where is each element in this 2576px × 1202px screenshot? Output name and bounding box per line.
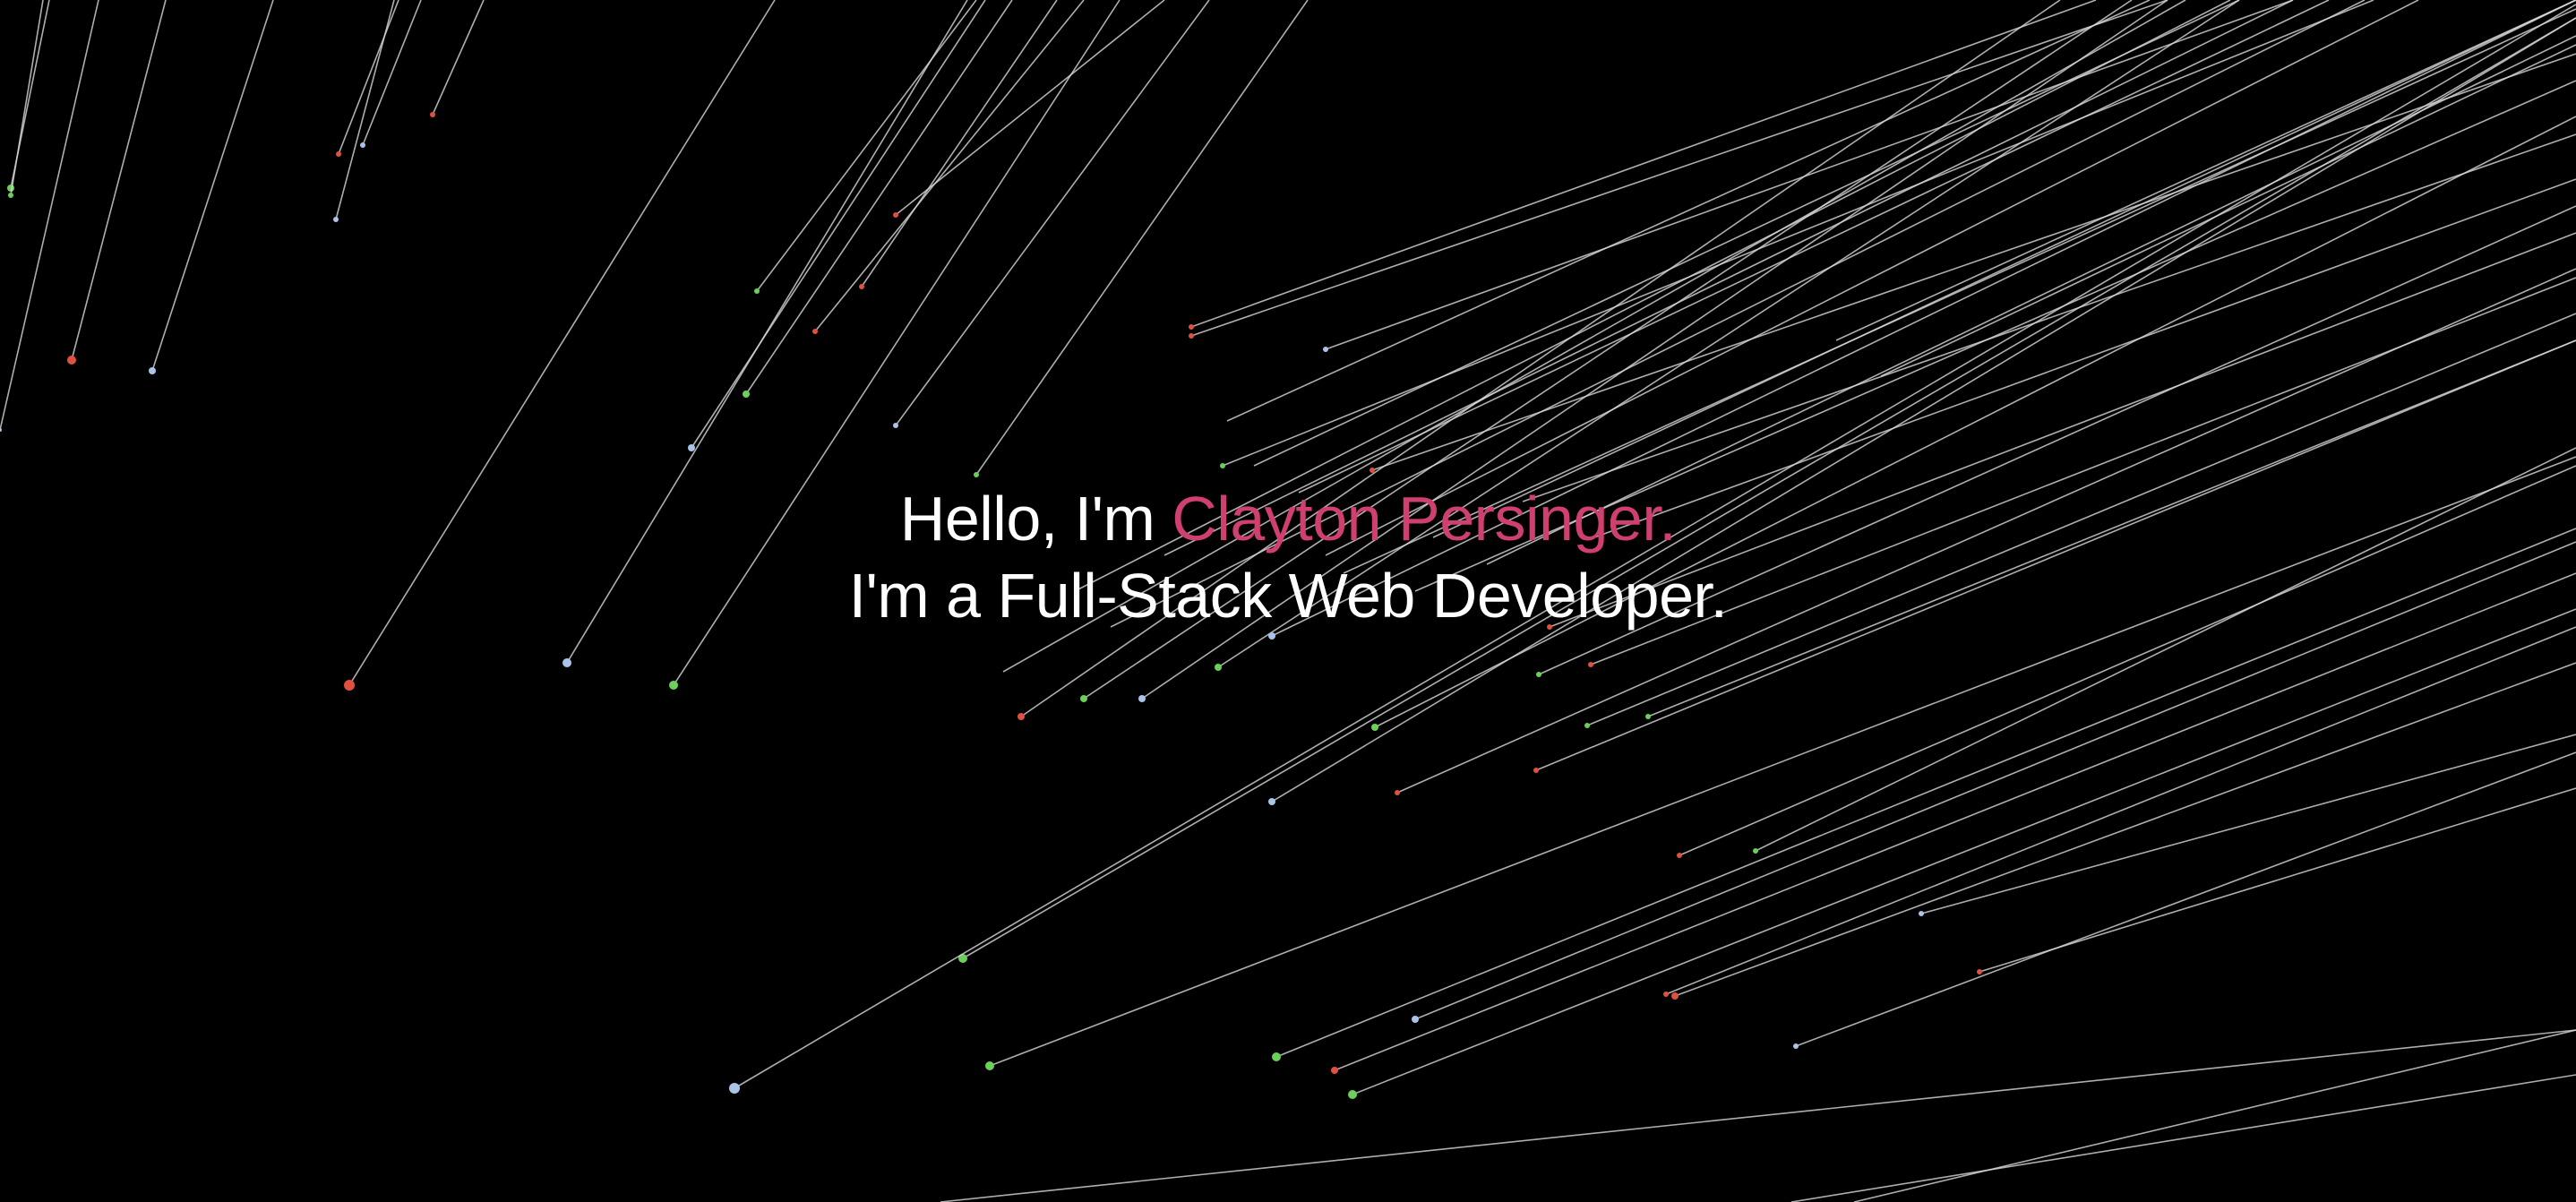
hero-section: Hello, I'm Clayton Persinger. I'm a Full…	[0, 0, 2576, 1202]
star-trail	[1352, 608, 2576, 1095]
star-trail	[814, 0, 1085, 332]
star-trail	[1222, 0, 2374, 467]
star-particle	[1080, 695, 1087, 702]
star-particle	[1189, 333, 1194, 339]
star-particle	[1395, 790, 1400, 795]
star-trail	[1190, 0, 2168, 337]
star-particle	[1323, 347, 1328, 352]
star-particle	[688, 444, 695, 451]
greeting-text: Hello, I'm	[899, 484, 1172, 554]
star-trail	[1371, 53, 2576, 471]
star-trail	[1880, 44, 2576, 377]
star-particle	[1977, 969, 1982, 974]
star-trail	[691, 0, 986, 449]
star-trail	[1271, 17, 2576, 803]
star-particle	[0, 428, 2, 432]
star-particle	[1189, 324, 1194, 330]
star-particle	[1371, 724, 1378, 731]
star-particle	[669, 681, 678, 690]
star-trail	[1325, 0, 2294, 350]
greeting-line: Hello, I'm Clayton Persinger.	[0, 480, 2576, 557]
star-trail	[756, 0, 977, 292]
star-particle	[336, 151, 341, 157]
star-particle	[1412, 1016, 1419, 1023]
star-particle	[562, 658, 571, 667]
star-particle	[729, 1083, 740, 1094]
star-particle	[754, 288, 760, 294]
star-particle	[1677, 853, 1682, 858]
star-trail	[335, 0, 395, 220]
star-particle	[1220, 463, 1225, 468]
star-particle	[743, 391, 750, 398]
star-trail	[10, 0, 44, 196]
star-particle	[1671, 992, 1679, 1000]
star-particle	[1138, 695, 1146, 702]
star-particle	[430, 112, 435, 117]
star-particle	[893, 423, 898, 428]
star-particle	[1370, 468, 1375, 473]
star-particle	[1533, 768, 1539, 773]
headline: Hello, I'm Clayton Persinger. I'm a Full…	[0, 480, 2576, 634]
star-particle	[1018, 713, 1025, 720]
star-trail	[1853, 1029, 2576, 1202]
star-trail	[1665, 626, 2576, 995]
star-particle	[1348, 1090, 1357, 1099]
star-particle	[859, 284, 864, 289]
star-particle	[1793, 1043, 1799, 1049]
star-particle	[344, 680, 355, 691]
star-particle	[333, 217, 339, 222]
star-particle	[360, 142, 365, 148]
star-particle	[149, 367, 156, 374]
star-particle	[8, 193, 13, 198]
star-particle	[985, 1061, 994, 1070]
star-particle	[67, 356, 76, 365]
developer-name: Clayton Persinger.	[1172, 484, 1677, 554]
star-trail	[1790, 1074, 2576, 1202]
star-particle	[1536, 672, 1541, 677]
star-trail	[745, 0, 1013, 395]
star-trail	[1432, 0, 2576, 538]
star-particle	[1919, 911, 1924, 916]
star-trail	[0, 0, 99, 431]
star-trail	[1374, 116, 2576, 728]
star-trail	[1325, 0, 2419, 556]
star-particle	[1588, 662, 1593, 667]
star-particle	[1272, 1052, 1281, 1061]
tagline: I'm a Full-Stack Web Developer.	[848, 561, 1728, 631]
star-particle	[1645, 714, 1651, 719]
star-particle	[7, 185, 14, 192]
star-particle	[1584, 723, 1590, 728]
star-particle	[1215, 664, 1222, 671]
star-trail	[895, 0, 1165, 216]
star-trail	[432, 0, 485, 116]
star-trail	[362, 0, 422, 146]
star-particle	[1753, 848, 1758, 854]
star-trail	[940, 1029, 2576, 1202]
star-particle	[1331, 1067, 1338, 1074]
star-particle	[812, 329, 818, 334]
star-trail	[151, 0, 274, 372]
star-particle	[893, 212, 898, 218]
star-trail	[1920, 734, 2576, 914]
star-particle	[1268, 798, 1275, 805]
star-trail	[1253, 0, 2240, 467]
star-trail	[1163, 0, 2294, 556]
star-particle	[974, 472, 979, 477]
star-particle	[1663, 992, 1669, 997]
star-trail	[1522, 133, 2576, 502]
star-trail	[1795, 751, 2576, 1047]
